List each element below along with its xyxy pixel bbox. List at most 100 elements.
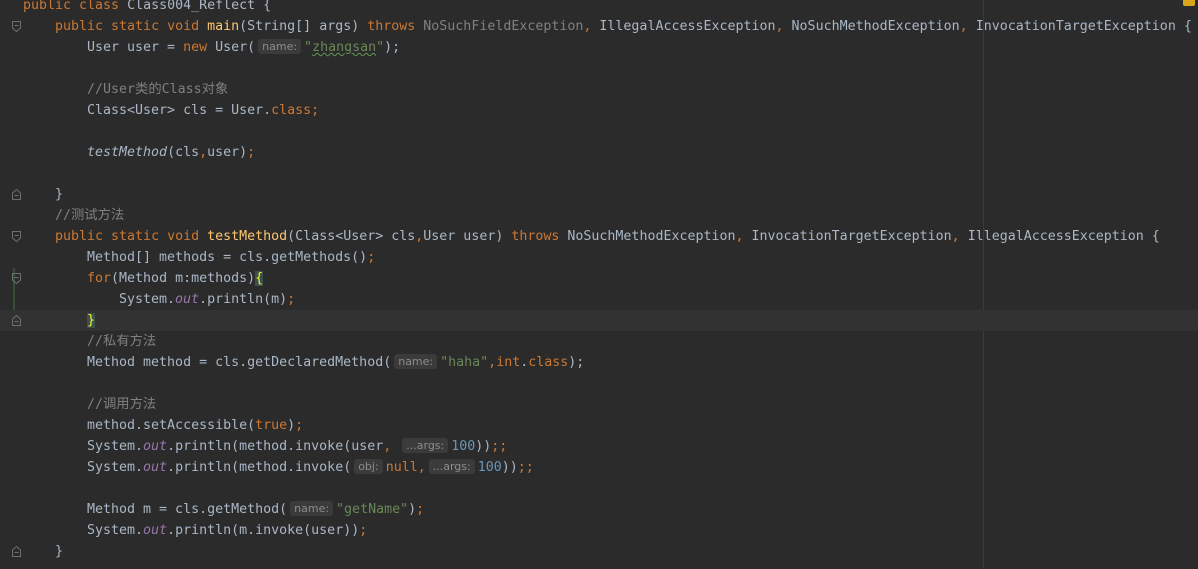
code-token: System. bbox=[87, 460, 144, 475]
code-token: } bbox=[55, 187, 64, 202]
code-line[interactable]: } bbox=[0, 184, 1198, 205]
code-token: //调用方法 bbox=[87, 397, 157, 412]
parameter-name-hint: obj: bbox=[354, 459, 383, 474]
code-token: testMethod bbox=[207, 229, 288, 244]
code-line[interactable]: testMethod(cls,user); bbox=[0, 142, 1198, 163]
code-line[interactable]: public static void main(String[] args) t… bbox=[0, 16, 1198, 37]
code-line[interactable]: //调用方法 bbox=[0, 394, 1198, 415]
code-line[interactable] bbox=[0, 163, 1198, 184]
code-line-text: User user = new User(name: "zhangsan"); bbox=[87, 37, 400, 58]
code-line[interactable]: public class Class004_Reflect { bbox=[0, 0, 1198, 16]
code-line-text: //User类的Class对象 bbox=[87, 79, 228, 100]
code-line[interactable]: Class<User> cls = User.class; bbox=[0, 100, 1198, 121]
code-token: User user) bbox=[423, 229, 512, 244]
code-token: ; bbox=[359, 523, 368, 538]
code-line[interactable]: Method[] methods = cls.getMethods(); bbox=[0, 247, 1198, 268]
code-token: Class<User> cls = User. bbox=[87, 103, 272, 118]
code-line[interactable]: } bbox=[0, 541, 1198, 562]
code-token: for bbox=[87, 271, 112, 286]
code-line[interactable] bbox=[0, 121, 1198, 142]
code-token: User( bbox=[215, 40, 256, 55]
code-token: Method[] methods = cls.getMethods() bbox=[87, 250, 368, 265]
code-token: } bbox=[55, 544, 64, 559]
code-token: ; bbox=[247, 145, 256, 160]
fold-end-icon[interactable] bbox=[12, 189, 21, 200]
code-token: .println(method.invoke( bbox=[167, 460, 352, 475]
code-token: ; bbox=[295, 418, 304, 433]
code-line-text: } bbox=[55, 541, 63, 562]
code-line[interactable] bbox=[0, 478, 1198, 499]
code-token: ; bbox=[287, 292, 296, 307]
code-token: NoSuchMethodException bbox=[791, 19, 960, 34]
code-editor[interactable]: public class Class004_Reflect {public st… bbox=[0, 0, 1198, 569]
code-line-text: public static void main(String[] args) t… bbox=[55, 16, 1192, 37]
code-line[interactable]: public static void testMethod(Class<User… bbox=[0, 226, 1198, 247]
code-token: (String[] args) bbox=[239, 19, 368, 34]
code-area[interactable]: public class Class004_Reflect {public st… bbox=[0, 0, 1198, 569]
code-token: (Class<User> cls bbox=[287, 229, 416, 244]
code-line[interactable]: for(Method m:methods){ bbox=[0, 268, 1198, 289]
code-token: throws bbox=[511, 229, 568, 244]
code-line-text: Class<User> cls = User.class; bbox=[87, 100, 319, 121]
code-token: .println(method.invoke(user bbox=[167, 439, 384, 454]
code-line-text: for(Method m:methods){ bbox=[87, 268, 264, 289]
fold-collapse-icon[interactable] bbox=[12, 21, 21, 32]
code-line-text: System.out.println(method.invoke(obj: nul… bbox=[87, 457, 534, 478]
fold-collapse-icon[interactable] bbox=[12, 231, 21, 242]
code-line[interactable]: System.out.println(method.invoke(user, .… bbox=[0, 436, 1198, 457]
code-token: testMethod bbox=[87, 145, 168, 160]
code-line[interactable]: Method m = cls.getMethod(name: "getName")… bbox=[0, 499, 1198, 520]
code-token: IllegalAccessException { bbox=[967, 229, 1160, 244]
code-token: " bbox=[376, 40, 385, 55]
code-token: , bbox=[583, 19, 600, 34]
code-token: out bbox=[175, 292, 200, 307]
code-token: class bbox=[528, 355, 569, 370]
fold-end-icon[interactable] bbox=[12, 546, 21, 557]
code-line[interactable]: //测试方法 bbox=[0, 205, 1198, 226]
code-line[interactable]: //User类的Class对象 bbox=[0, 79, 1198, 100]
code-token: System. bbox=[119, 292, 176, 307]
code-token: , bbox=[735, 229, 752, 244]
code-line[interactable]: System.out.println(m.invoke(user)); bbox=[0, 520, 1198, 541]
code-token: , bbox=[417, 460, 426, 475]
code-token: System. bbox=[87, 439, 144, 454]
code-token: method.setAccessible( bbox=[87, 418, 256, 433]
parameter-name-hint: name: bbox=[258, 39, 302, 54]
code-token: 100 bbox=[477, 460, 502, 475]
code-line[interactable]: System.out.println(m); bbox=[0, 289, 1198, 310]
code-token: throws bbox=[367, 19, 424, 34]
code-line-text: System.out.println(m); bbox=[119, 289, 295, 310]
code-token: .println(m) bbox=[199, 292, 288, 307]
code-token: (Method m:methods) bbox=[111, 271, 256, 286]
code-line[interactable] bbox=[0, 58, 1198, 79]
code-line-text: method.setAccessible(true); bbox=[87, 415, 303, 436]
code-token: //User类的Class对象 bbox=[87, 82, 229, 97]
code-token: IllegalAccessException bbox=[599, 19, 776, 34]
code-token: null bbox=[385, 460, 418, 475]
code-line[interactable]: Method method = cls.getDeclaredMethod(na… bbox=[0, 352, 1198, 373]
fold-end-icon[interactable] bbox=[12, 315, 21, 326]
code-token: //测试方法 bbox=[55, 208, 125, 223]
fold-collapse-icon[interactable] bbox=[12, 273, 21, 284]
code-line-text: public class Class004_Reflect { bbox=[23, 0, 271, 16]
code-token: NoSuchMethodException bbox=[567, 229, 736, 244]
code-token: ); bbox=[384, 40, 401, 55]
code-token-typo-warning: zhangsan bbox=[312, 40, 377, 55]
code-line[interactable]: System.out.println(method.invoke(obj: nul… bbox=[0, 457, 1198, 478]
code-line[interactable]: //私有方法 bbox=[0, 331, 1198, 352]
code-token: , bbox=[199, 145, 208, 160]
code-token: { bbox=[255, 271, 264, 286]
code-line[interactable]: } bbox=[0, 310, 1198, 331]
code-token: User user = bbox=[87, 40, 184, 55]
code-line-text: } bbox=[55, 184, 63, 205]
code-token: public class bbox=[23, 0, 128, 13]
code-token: )) bbox=[475, 439, 492, 454]
code-line[interactable]: method.setAccessible(true); bbox=[0, 415, 1198, 436]
code-token: public static void bbox=[55, 229, 208, 244]
code-line[interactable]: User user = new User(name: "zhangsan"); bbox=[0, 37, 1198, 58]
code-line-text: Method method = cls.getDeclaredMethod(na… bbox=[87, 352, 584, 373]
code-line[interactable] bbox=[0, 373, 1198, 394]
parameter-name-hint: name: bbox=[290, 501, 334, 516]
code-line-text: Method[] methods = cls.getMethods(); bbox=[87, 247, 375, 268]
code-token: Method method = cls.getDeclaredMethod( bbox=[87, 355, 392, 370]
